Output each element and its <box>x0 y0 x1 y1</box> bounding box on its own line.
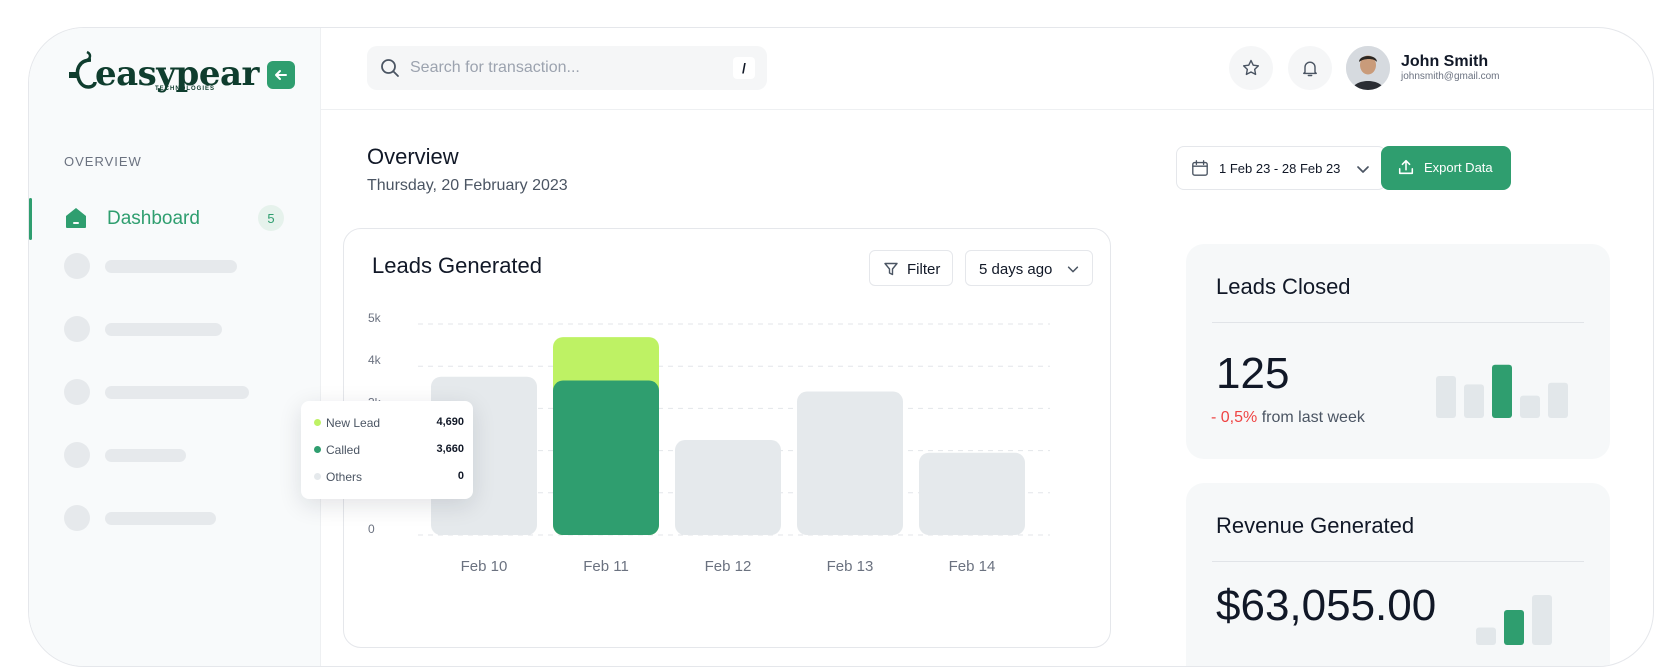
mini-bar <box>1464 384 1484 418</box>
mini-bar <box>1520 395 1540 418</box>
x-tick-label: Feb 10 <box>461 558 508 575</box>
filter-label: Filter <box>907 261 941 278</box>
filter-icon <box>884 262 898 276</box>
user-name: John Smith <box>1401 53 1489 70</box>
mini-bar <box>1492 364 1512 418</box>
export-data-button[interactable]: Export Data <box>1381 146 1511 190</box>
tooltip-series-value: 4,690 <box>436 416 464 428</box>
page-date: Thursday, 20 February 2023 <box>367 177 568 194</box>
dashboard-count-badge: 5 <box>258 205 284 231</box>
legend-dot <box>314 473 321 480</box>
bar-others <box>797 391 903 535</box>
export-data-label: Export Data <box>1424 160 1493 175</box>
filter-button[interactable]: Filter <box>869 250 953 286</box>
mini-bar <box>1532 595 1552 645</box>
page-title: Overview <box>367 144 459 169</box>
mini-bar <box>1548 382 1568 418</box>
tooltip-row: Called 3,660 <box>314 442 464 458</box>
bell-icon <box>1303 61 1317 77</box>
user-avatar-icon <box>1346 46 1390 90</box>
chart-tooltip: New Lead 4,690 Called 3,660 Others 0 <box>301 401 473 499</box>
tooltip-row: Others 0 <box>314 469 464 485</box>
collapse-sidebar-button[interactable] <box>267 61 295 89</box>
delta-suffix: from last week <box>1261 409 1365 426</box>
card-title: Revenue Generated <box>1216 513 1415 538</box>
date-range-label: 1 Feb 23 - 28 Feb 23 <box>1219 161 1341 176</box>
leads-closed-mini-chart <box>1436 364 1568 418</box>
bar-others <box>919 452 1025 535</box>
star-icon <box>1242 59 1260 76</box>
sidebar-item-dashboard[interactable]: Dashboard 5 <box>29 194 321 244</box>
logo-leaf-icon <box>69 50 97 89</box>
y-tick-label: 4k <box>368 353 382 367</box>
sidebar-section-label: OVERVIEW <box>64 154 142 169</box>
search-shortcut-key: / <box>733 57 755 79</box>
arrow-left-icon <box>275 70 287 80</box>
user-email: johnsmith@gmail.com <box>1401 71 1500 82</box>
x-tick-label: Feb 14 <box>949 558 996 575</box>
tooltip-series-name: New Lead <box>326 416 381 430</box>
legend-dot <box>314 446 321 453</box>
time-range-select[interactable]: 5 days ago <box>965 250 1093 286</box>
logo-subtitle: TECHNOLOGIES <box>155 86 216 92</box>
sidebar-item-label: Dashboard <box>107 208 200 229</box>
notifications-button[interactable] <box>1288 46 1332 90</box>
app-window: easypear TECHNOLOGIES OVERVIEW Dashboard… <box>28 27 1654 667</box>
upload-icon <box>1398 159 1414 175</box>
mini-bar <box>1436 376 1456 418</box>
chevron-down-icon <box>1067 266 1079 273</box>
tooltip-series-value: 0 <box>457 470 464 482</box>
y-tick-label: 5k <box>368 311 382 325</box>
tooltip-series-name: Called <box>326 443 361 457</box>
revenue-value: $63,055.00 <box>1216 581 1437 630</box>
divider <box>1212 322 1584 323</box>
card-title: Leads Closed <box>1216 274 1351 299</box>
leads-closed-card: Leads Closed 125 - 0,5% from last week <box>1186 244 1610 459</box>
revenue-generated-card: Revenue Generated $63,055.00 <box>1186 483 1610 666</box>
sidebar: easypear TECHNOLOGIES OVERVIEW Dashboard… <box>29 28 321 666</box>
favorites-button[interactable] <box>1229 46 1273 90</box>
mini-bar <box>1476 627 1496 645</box>
x-tick-label: Feb 11 <box>583 558 629 575</box>
card-title: Leads Generated <box>372 253 543 278</box>
active-indicator <box>29 198 32 240</box>
x-tick-label: Feb 12 <box>705 558 752 575</box>
x-tick-label: Feb 13 <box>827 558 874 575</box>
avatar[interactable] <box>1346 46 1390 90</box>
top-header: / John Smith johnsmith@gmail.com <box>321 28 1653 110</box>
divider <box>1212 561 1584 562</box>
tooltip-row: New Lead 4,690 <box>314 415 464 431</box>
leads-closed-delta: - 0,5% from last week <box>1211 409 1365 427</box>
logo: easypear TECHNOLOGIES <box>65 48 259 96</box>
date-range-picker[interactable]: 1 Feb 23 - 28 Feb 23 <box>1176 146 1386 190</box>
home-icon <box>66 208 86 228</box>
y-tick-label: 0 <box>368 522 375 536</box>
revenue-mini-chart <box>1476 595 1552 645</box>
tooltip-series-value: 3,660 <box>436 443 464 455</box>
calendar-icon <box>1192 160 1208 176</box>
bar-others <box>675 440 781 535</box>
leads-closed-value: 125 <box>1216 349 1290 398</box>
delta-percent: - 0,5% <box>1211 409 1258 426</box>
legend-dot <box>314 419 321 426</box>
tooltip-series-name: Others <box>326 470 363 484</box>
search-input[interactable] <box>410 54 710 82</box>
time-range-label: 5 days ago <box>979 261 1053 278</box>
mini-bar <box>1504 610 1524 645</box>
chevron-down-icon <box>1357 166 1369 173</box>
bar-called <box>553 380 659 535</box>
search-icon <box>381 59 399 77</box>
search-bar[interactable]: / <box>367 46 767 90</box>
